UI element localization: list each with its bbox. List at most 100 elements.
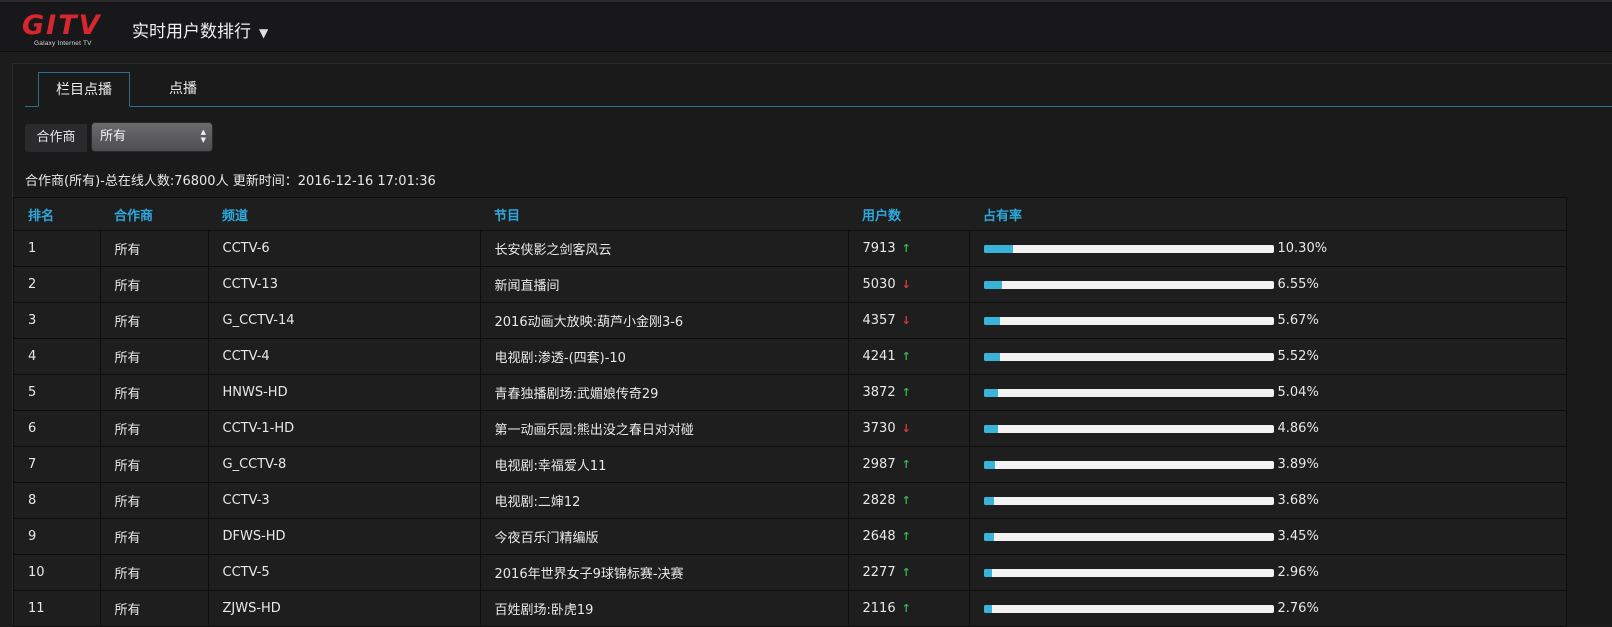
program-cell: 今夜百乐门精编版 — [480, 518, 849, 555]
share-bar — [983, 352, 1274, 361]
share-bar-fill — [983, 532, 994, 541]
share-percent: 2.96% — [1277, 565, 1319, 580]
col-users[interactable]: 用户数 — [848, 198, 969, 231]
table-row[interactable]: 9 所有 DFWS-HD 今夜百乐门精编版 2648 ↑ 3.45% — [14, 518, 1566, 555]
users-cell: 7913 ↑ — [848, 230, 970, 267]
share-percent: 10.30% — [1277, 241, 1328, 256]
channel-cell: CCTV-1-HD — [208, 410, 481, 447]
table-row[interactable]: 1 所有 CCTV-6 长安侠影之剑客风云 7913 ↑ 10.30% — [14, 230, 1566, 267]
col-rank[interactable]: 排名 — [14, 198, 100, 231]
program-cell: 电视剧:幸福爱人11 — [480, 446, 849, 483]
channel-cell: CCTV-4 — [208, 338, 481, 375]
online-summary: 合作商(所有)-总在线人数:76800人 更新时间：2016-12-16 17:… — [25, 174, 436, 189]
caret-down-icon: ▼ — [259, 26, 269, 40]
share-percent: 3.45% — [1277, 529, 1319, 544]
rank-cell: 1 — [14, 230, 101, 267]
arrow-down-icon: ↓ — [901, 422, 911, 435]
partner-select-value: 所有 — [100, 129, 127, 144]
share-bar-fill — [983, 280, 1003, 289]
rank-cell: 9 — [14, 518, 101, 555]
partner-cell: 所有 — [100, 518, 209, 555]
share-percent: 4.86% — [1277, 421, 1319, 436]
table-row[interactable]: 7 所有 G_CCTV-8 电视剧:幸福爱人11 2987 ↑ 3.89% — [14, 446, 1566, 483]
share-cell: 2.76% — [969, 590, 1566, 626]
partner-cell: 所有 — [100, 590, 209, 626]
table-row[interactable]: 2 所有 CCTV-13 新闻直播间 5030 ↓ 6.55% — [14, 266, 1566, 303]
arrow-up-icon: ↑ — [901, 458, 911, 471]
table-row[interactable]: 6 所有 CCTV-1-HD 第一动画乐园:熊出没之春日对对碰 3730 ↓ 4.86% — [14, 410, 1566, 447]
table-row[interactable]: 3 所有 G_CCTV-14 2016动画大放映:葫芦小金刚3-6 4357 ↓ 5.67% — [14, 302, 1566, 339]
share-cell: 3.68% — [969, 482, 1566, 519]
rank-cell: 11 — [14, 590, 101, 626]
program-cell: 第一动画乐园:熊出没之春日对对碰 — [480, 410, 849, 447]
rank-cell: 5 — [14, 374, 101, 411]
channel-cell: HNWS-HD — [208, 374, 481, 411]
table-row[interactable]: 4 所有 CCTV-4 电视剧:渗透-(四套)-10 4241 ↑ 5.52% — [14, 338, 1566, 375]
users-value: 2116 — [862, 601, 896, 616]
share-cell: 10.30% — [969, 230, 1566, 267]
arrow-down-icon: ↓ — [901, 314, 911, 327]
arrow-up-icon: ↑ — [901, 386, 911, 399]
partner-cell: 所有 — [100, 302, 209, 339]
table-row[interactable]: 8 所有 CCTV-3 电视剧:二婶12 2828 ↑ 3.68% — [14, 482, 1566, 519]
partner-select[interactable]: 所有 ▲ ▼ — [91, 122, 213, 152]
share-bar-fill — [983, 568, 993, 577]
col-channel[interactable]: 频道 — [208, 198, 480, 231]
logo-tagline: Galaxy Internet TV — [34, 40, 92, 47]
share-bar-fill — [983, 316, 1000, 325]
share-bar — [983, 316, 1274, 325]
channel-cell: CCTV-6 — [208, 230, 481, 267]
col-program[interactable]: 节目 — [480, 198, 848, 231]
col-partner[interactable]: 合作商 — [100, 198, 208, 231]
share-bar — [983, 388, 1274, 397]
share-bar-fill — [983, 604, 992, 613]
program-cell: 新闻直播间 — [480, 266, 849, 303]
tab-bar: 栏目点播 点播 — [25, 72, 1612, 107]
report-selector[interactable]: 实时用户数排行 ▼ — [132, 17, 268, 42]
gitv-logo[interactable]: GITV Galaxy Internet TV — [22, 10, 114, 48]
users-value: 7913 — [862, 241, 896, 256]
share-percent: 5.04% — [1277, 385, 1319, 400]
users-cell: 3872 ↑ — [848, 374, 970, 411]
partner-cell: 所有 — [100, 410, 209, 447]
share-bar — [983, 244, 1274, 253]
share-bar — [983, 604, 1274, 613]
share-bar-fill — [983, 352, 1000, 361]
channel-cell: CCTV-3 — [208, 482, 481, 519]
table-row[interactable]: 10 所有 CCTV-5 2016年世界女子9球锦标赛-决赛 2277 ↑ 2.96% — [14, 554, 1566, 591]
channel-cell: G_CCTV-14 — [208, 302, 481, 339]
rank-cell: 10 — [14, 554, 101, 591]
partner-cell: 所有 — [100, 482, 209, 519]
channel-cell: CCTV-13 — [208, 266, 481, 303]
table-row[interactable]: 11 所有 ZJWS-HD 百姓剧场:卧虎19 2116 ↑ 2.76% — [14, 590, 1566, 626]
program-cell: 百姓剧场:卧虎19 — [480, 590, 849, 626]
share-bar-fill — [983, 424, 998, 433]
arrow-up-icon: ↑ — [901, 566, 911, 579]
share-bar-fill — [983, 460, 995, 469]
share-cell: 5.67% — [969, 302, 1566, 339]
users-value: 4357 — [862, 313, 896, 328]
share-percent: 3.68% — [1277, 493, 1319, 508]
program-cell: 电视剧:渗透-(四套)-10 — [480, 338, 849, 375]
tab-column-vod[interactable]: 栏目点播 — [38, 72, 130, 107]
users-cell: 2116 ↑ — [848, 590, 970, 626]
users-value: 2828 — [862, 493, 896, 508]
users-value: 5030 — [862, 277, 896, 292]
col-share[interactable]: 占有率 — [969, 198, 1566, 231]
users-value: 2648 — [862, 529, 896, 544]
partner-filter-label: 合作商 — [25, 124, 87, 152]
rank-cell: 7 — [14, 446, 101, 483]
tab-vod[interactable]: 点播 — [153, 72, 213, 106]
logo-wordmark: GITV — [22, 10, 102, 41]
program-cell: 电视剧:二婶12 — [480, 482, 849, 519]
arrow-up-icon: ↑ — [901, 602, 911, 615]
share-cell: 3.89% — [969, 446, 1566, 483]
users-value: 2277 — [862, 565, 896, 580]
share-percent: 2.76% — [1277, 601, 1319, 616]
users-value: 3730 — [862, 421, 896, 436]
channel-cell: G_CCTV-8 — [208, 446, 481, 483]
share-bar-fill — [983, 388, 999, 397]
table-row[interactable]: 5 所有 HNWS-HD 青春独播剧场:武媚娘传奇29 3872 ↑ 5.04% — [14, 374, 1566, 411]
share-bar — [983, 280, 1274, 289]
share-cell: 3.45% — [969, 518, 1566, 555]
